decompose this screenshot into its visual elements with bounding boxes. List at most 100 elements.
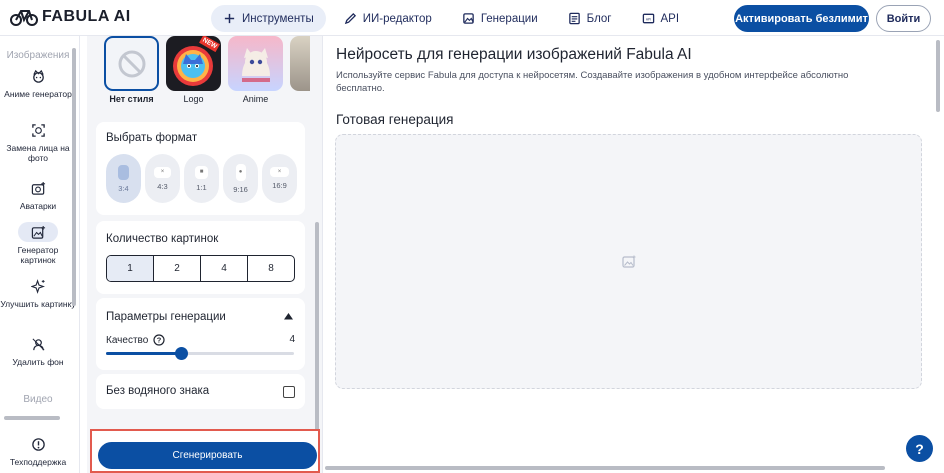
style-thumb-photo <box>290 36 310 91</box>
tall-portrait-icon: ● <box>235 163 246 181</box>
support-link[interactable]: Техподдержка <box>0 434 76 467</box>
square-icon: ■ <box>195 165 208 179</box>
format-option-16-9[interactable]: × 16:9 <box>262 154 297 203</box>
style-label: Pho <box>290 94 310 104</box>
sparkles-icon <box>18 276 58 296</box>
image-count-selector: 1 2 4 8 <box>106 255 295 282</box>
generate-button-highlight: Сгенерировать <box>90 429 320 473</box>
format-label: 1:1 <box>196 182 207 192</box>
image-plus-icon <box>18 222 58 242</box>
quality-label: Качество <box>106 334 149 346</box>
landscape-icon: × <box>154 166 171 178</box>
sidebar-item-avatars-label: Аватарки <box>19 201 57 211</box>
main-horizontal-scrollbar[interactable] <box>325 466 885 470</box>
nav-tools[interactable]: Инструменты <box>211 5 326 32</box>
sidebar-horizontal-scrollbar[interactable] <box>4 416 60 420</box>
quality-slider-thumb[interactable] <box>175 347 188 360</box>
portrait-icon <box>118 164 129 180</box>
sidebar-item-remove-bg-label: Удалить фон <box>12 357 64 367</box>
count-option-8[interactable]: 8 <box>247 256 294 281</box>
tools-sidebar: Изображения Аниме генератор Замена лица … <box>0 36 80 473</box>
remove-bg-icon <box>18 334 58 354</box>
sidebar-item-upscale[interactable]: Улучшить картинку <box>0 276 76 309</box>
nav-ai-editor[interactable]: ИИ-редактор <box>332 5 444 32</box>
style-thumb-none <box>104 36 159 91</box>
nav-ai-editor-label: ИИ-редактор <box>362 12 432 25</box>
sidebar-item-avatars[interactable]: Аватарки <box>0 178 76 211</box>
sidebar-item-image-generator[interactable]: Генератор картинок <box>0 222 76 265</box>
format-card: Выбрать формат 3:4 × 4:3 ■ 1:1 ● 9:16 × … <box>96 122 305 215</box>
face-scan-icon <box>18 120 58 140</box>
quality-slider[interactable] <box>106 347 294 360</box>
style-label: Нет стиля <box>109 94 154 104</box>
format-option-3-4[interactable]: 3:4 <box>106 154 141 203</box>
generation-params-title: Параметры генерации <box>106 311 226 323</box>
format-option-1-1[interactable]: ■ 1:1 <box>184 154 219 203</box>
format-option-9-16[interactable]: ● 9:16 <box>223 154 258 203</box>
count-option-2[interactable]: 2 <box>153 256 200 281</box>
support-label: Техподдержка <box>9 457 67 467</box>
nav-generations[interactable]: Генерации <box>450 5 550 32</box>
alert-circle-icon <box>18 434 58 454</box>
sidebar-item-anime[interactable]: Аниме генератор <box>0 66 76 99</box>
nav-api[interactable]: API API <box>630 5 692 32</box>
style-anime[interactable]: Anime <box>228 36 283 104</box>
sidebar-item-image-generator-label: Генератор картинок <box>17 245 59 265</box>
sidebar-item-remove-bg[interactable]: Удалить фон <box>0 334 76 367</box>
style-photo[interactable]: Pho <box>290 36 310 104</box>
count-option-4[interactable]: 4 <box>200 256 247 281</box>
main-scrollbar[interactable] <box>936 40 940 112</box>
image-count-card: Количество картинок 1 2 4 8 <box>96 221 305 294</box>
style-logo[interactable]: NEW Logo <box>166 36 221 104</box>
top-bar: FABULA AI Инструменты ИИ-редактор Генера… <box>0 0 944 36</box>
generation-settings-panel: Нет стиля NEW Logo Anime Выбрать формат … <box>87 36 323 473</box>
main-content: Нейросеть для генерации изображений Fabu… <box>323 36 944 473</box>
watermark-checkbox[interactable] <box>283 386 295 398</box>
help-button[interactable]: ? <box>906 435 933 462</box>
login-button[interactable]: Войти <box>876 5 931 32</box>
logo[interactable]: FABULA AI <box>10 7 131 27</box>
format-option-4-3[interactable]: × 4:3 <box>145 154 180 203</box>
main-nav: Инструменты ИИ-редактор Генерации Блог A… <box>211 5 691 32</box>
format-label: 16:9 <box>272 181 287 190</box>
quality-slider-fill <box>106 352 181 355</box>
section-images-label: Изображения <box>6 50 70 61</box>
activate-unlimited-button[interactable]: Активировать безлимит <box>734 5 869 32</box>
panel-scrollbar[interactable] <box>315 222 319 452</box>
collapse-triangle-icon[interactable] <box>284 313 293 320</box>
page-title: Нейросеть для генерации изображений Fabu… <box>336 46 692 63</box>
wide-landscape-icon: × <box>270 167 289 177</box>
nav-blog-label: Блог <box>586 12 612 25</box>
camera-plus-icon <box>18 178 58 198</box>
style-no-style[interactable]: Нет стиля <box>104 36 159 104</box>
nav-generations-label: Генерации <box>480 12 538 25</box>
api-icon: API <box>642 13 654 24</box>
sidebar-scrollbar[interactable] <box>72 48 76 306</box>
format-options: 3:4 × 4:3 ■ 1:1 ● 9:16 × 16:9 <box>106 154 297 203</box>
count-option-1[interactable]: 1 <box>107 256 153 281</box>
quality-value: 4 <box>289 334 295 345</box>
format-label: 3:4 <box>118 183 129 193</box>
help-circle-icon[interactable]: ? <box>153 334 165 346</box>
page-description: Используйте сервис Fabula для доступа к … <box>336 70 849 94</box>
format-label: 9:16 <box>233 184 248 194</box>
anime-face-icon <box>18 66 58 86</box>
bike-logo-icon <box>10 10 38 26</box>
svg-text:API: API <box>645 17 650 21</box>
format-label: 4:3 <box>157 181 168 191</box>
result-section-title: Готовая генерация <box>336 112 454 127</box>
nav-blog[interactable]: Блог <box>556 5 624 32</box>
generate-button[interactable]: Сгенерировать <box>98 442 317 469</box>
section-video-label: Видео <box>23 394 53 405</box>
style-thumb-anime <box>228 36 283 91</box>
anime-cat-illustration <box>242 48 270 82</box>
image-placeholder-icon <box>621 255 635 268</box>
style-label: Logo <box>183 94 204 104</box>
quality-row: Качество ? <box>106 334 165 346</box>
pencil-icon <box>344 12 356 25</box>
sidebar-item-face-swap[interactable]: Замена лица на фото <box>0 120 76 163</box>
no-style-icon <box>118 50 145 77</box>
nav-tools-label: Инструменты <box>242 12 314 25</box>
sidebar-item-anime-label: Аниме генератор <box>4 89 72 99</box>
sidebar-item-upscale-label: Улучшить картинку <box>0 299 76 309</box>
